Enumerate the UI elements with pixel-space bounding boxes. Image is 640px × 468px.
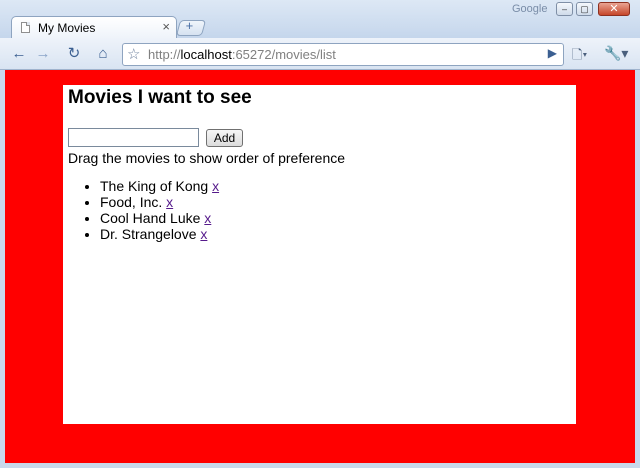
minimize-button[interactable]: – <box>556 2 573 16</box>
page-title: Movies I want to see <box>68 87 252 108</box>
forward-arrow-icon[interactable]: → <box>32 43 54 65</box>
close-window-button[interactable]: ✕ <box>598 2 630 16</box>
instruction-text: Drag the movies to show order of prefere… <box>68 150 346 166</box>
url-host: localhost <box>180 47 232 62</box>
tab-title: My Movies <box>38 21 96 35</box>
page-menu-icon[interactable]: 🗋▾ <box>572 46 587 68</box>
address-bar[interactable]: ☆ http://localhost:65272/movies/list ▶ <box>122 43 564 66</box>
url-path: :65272/movies/list <box>231 47 336 62</box>
list-item[interactable]: Dr. Strangelove x <box>100 226 219 242</box>
movie-title: Dr. Strangelove <box>100 226 197 242</box>
remove-link[interactable]: x <box>166 194 173 210</box>
maximize-button[interactable]: ▢ <box>576 2 593 16</box>
browser-toolbar: ← → ↻ ⌂ ☆ http://localhost:65272/movies/… <box>0 38 640 70</box>
page-viewport: Movies I want to see Add Drag the movies… <box>5 70 635 463</box>
movie-list: The King of Kong x Food, Inc. x Cool Han… <box>63 178 219 242</box>
movie-title: The King of Kong <box>100 178 209 194</box>
title-bar: My Movies × + Google – ▢ ✕ <box>0 0 640 39</box>
tab-my-movies[interactable]: My Movies × <box>11 16 177 39</box>
list-item[interactable]: Food, Inc. x <box>100 194 219 210</box>
content-panel: Movies I want to see Add Drag the movies… <box>63 85 576 424</box>
plus-icon: + <box>185 18 194 33</box>
back-arrow-icon[interactable]: ← <box>8 43 30 65</box>
movie-title: Food, Inc. <box>100 194 163 210</box>
remove-link[interactable]: x <box>204 210 211 226</box>
browser-brand: Google <box>512 3 548 15</box>
bookmark-star-icon[interactable]: ☆ <box>127 45 140 63</box>
page-icon <box>21 22 30 33</box>
wrench-menu-icon[interactable]: 🔧▾ <box>604 45 628 62</box>
add-button[interactable]: Add <box>206 129 243 147</box>
remove-link[interactable]: x <box>212 178 219 194</box>
window-bottom-border <box>0 463 640 468</box>
list-item[interactable]: Cool Hand Luke x <box>100 210 219 226</box>
remove-link[interactable]: x <box>200 226 207 242</box>
url-text: http://localhost:65272/movies/list <box>148 47 336 62</box>
url-scheme: http:// <box>148 47 181 62</box>
home-icon[interactable]: ⌂ <box>92 43 114 65</box>
go-arrow-icon[interactable]: ▶ <box>548 46 557 60</box>
list-item[interactable]: The King of Kong x <box>100 178 219 194</box>
movie-title-input[interactable] <box>68 128 199 147</box>
tab-close-icon[interactable]: × <box>162 19 170 34</box>
reload-icon[interactable]: ↻ <box>63 43 85 65</box>
new-tab-button[interactable]: + <box>175 18 207 36</box>
movie-title: Cool Hand Luke <box>100 210 201 226</box>
